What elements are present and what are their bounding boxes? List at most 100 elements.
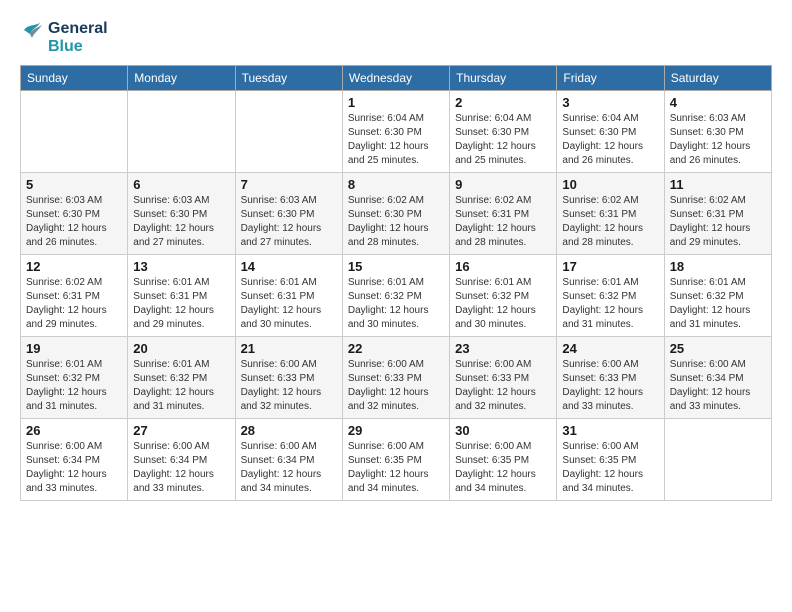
day-info: Sunrise: 6:01 AMSunset: 6:31 PMDaylight:… [241, 276, 337, 332]
calendar-table: SundayMondayTuesdayWednesdayThursdayFrid… [20, 65, 772, 501]
day-number: 27 [133, 423, 229, 438]
calendar-cell: 31 Sunrise: 6:00 AMSunset: 6:35 PMDayligh… [557, 419, 664, 501]
day-info: Sunrise: 6:02 AMSunset: 6:31 PMDaylight:… [670, 194, 766, 250]
day-info: Sunrise: 6:02 AMSunset: 6:31 PMDaylight:… [562, 194, 658, 250]
calendar-cell: 11 Sunrise: 6:02 AMSunset: 6:31 PMDayligh… [664, 173, 771, 255]
calendar-cell: 10 Sunrise: 6:02 AMSunset: 6:31 PMDayligh… [557, 173, 664, 255]
day-header-tuesday: Tuesday [235, 66, 342, 91]
day-number: 13 [133, 259, 229, 274]
day-info: Sunrise: 6:01 AMSunset: 6:32 PMDaylight:… [670, 276, 766, 332]
day-header-thursday: Thursday [450, 66, 557, 91]
day-info: Sunrise: 6:01 AMSunset: 6:32 PMDaylight:… [562, 276, 658, 332]
calendar-cell [128, 91, 235, 173]
day-number: 15 [348, 259, 444, 274]
day-number: 31 [562, 423, 658, 438]
day-info: Sunrise: 6:01 AMSunset: 6:32 PMDaylight:… [348, 276, 444, 332]
calendar-cell: 25Sunrise: 6:00 AMSunset: 6:34 PMDayligh… [664, 337, 771, 419]
day-info: Sunrise: 6:04 AMSunset: 6:30 PMDaylight:… [562, 112, 658, 168]
day-header-friday: Friday [557, 66, 664, 91]
day-info: Sunrise: 6:00 AMSunset: 6:33 PMDaylight:… [241, 358, 337, 414]
calendar-cell: 6Sunrise: 6:03 AMSunset: 6:30 PMDaylight… [128, 173, 235, 255]
week-row-2: 5 Sunrise: 6:03 AMSunset: 6:30 PMDaylight… [21, 173, 772, 255]
calendar-cell: 21 Sunrise: 6:00 AMSunset: 6:33 PMDayligh… [235, 337, 342, 419]
day-info: Sunrise: 6:04 AMSunset: 6:30 PMDaylight:… [348, 112, 444, 168]
day-info: Sunrise: 6:00 AMSunset: 6:33 PMDaylight:… [455, 358, 551, 414]
calendar-cell: 19 Sunrise: 6:01 AMSunset: 6:32 PMDayligh… [21, 337, 128, 419]
day-number: 21 [241, 341, 337, 356]
calendar-cell: 29 Sunrise: 6:00 AMSunset: 6:35 PMDayligh… [342, 419, 449, 501]
day-info: Sunrise: 6:00 AMSunset: 6:35 PMDaylight:… [455, 440, 551, 496]
day-info: Sunrise: 6:00 AMSunset: 6:35 PMDaylight:… [562, 440, 658, 496]
calendar-cell: 28 Sunrise: 6:00 AMSunset: 6:34 PMDayligh… [235, 419, 342, 501]
day-info: Sunrise: 6:00 AMSunset: 6:35 PMDaylight:… [348, 440, 444, 496]
calendar-cell: 2Sunrise: 6:04 AMSunset: 6:30 PMDaylight… [450, 91, 557, 173]
day-number: 11 [670, 177, 766, 192]
day-info: Sunrise: 6:01 AMSunset: 6:32 PMDaylight:… [133, 358, 229, 414]
calendar-cell: 1Sunrise: 6:04 AMSunset: 6:30 PMDaylight… [342, 91, 449, 173]
day-number: 20 [133, 341, 229, 356]
calendar-cell: 13 Sunrise: 6:01 AMSunset: 6:31 PMDayligh… [128, 255, 235, 337]
day-info: Sunrise: 6:02 AMSunset: 6:31 PMDaylight:… [455, 194, 551, 250]
calendar-cell: 9Sunrise: 6:02 AMSunset: 6:31 PMDaylight… [450, 173, 557, 255]
logo: General Blue [20, 20, 108, 55]
logo-bird-icon [20, 20, 44, 48]
day-number: 7 [241, 177, 337, 192]
day-info: Sunrise: 6:03 AMSunset: 6:30 PMDaylight:… [670, 112, 766, 168]
logo-general: General [48, 20, 108, 38]
day-header-monday: Monday [128, 66, 235, 91]
day-number: 28 [241, 423, 337, 438]
day-info: Sunrise: 6:01 AMSunset: 6:31 PMDaylight:… [133, 276, 229, 332]
calendar-cell: 27 Sunrise: 6:00 AMSunset: 6:34 PMDayligh… [128, 419, 235, 501]
day-number: 17 [562, 259, 658, 274]
day-number: 10 [562, 177, 658, 192]
logo-blue: Blue [48, 38, 108, 56]
day-number: 8 [348, 177, 444, 192]
day-header-saturday: Saturday [664, 66, 771, 91]
day-header-sunday: Sunday [21, 66, 128, 91]
calendar-cell: 18 Sunrise: 6:01 AMSunset: 6:32 PMDayligh… [664, 255, 771, 337]
day-info: Sunrise: 6:02 AMSunset: 6:30 PMDaylight:… [348, 194, 444, 250]
day-number: 29 [348, 423, 444, 438]
week-row-5: 26 Sunrise: 6:00 AMSunset: 6:34 PMDayligh… [21, 419, 772, 501]
calendar-cell: 16Sunrise: 6:01 AMSunset: 6:32 PMDayligh… [450, 255, 557, 337]
calendar-cell: 14Sunrise: 6:01 AMSunset: 6:31 PMDayligh… [235, 255, 342, 337]
calendar-cell: 5 Sunrise: 6:03 AMSunset: 6:30 PMDaylight… [21, 173, 128, 255]
calendar-cell: 24 Sunrise: 6:00 AMSunset: 6:33 PMDayligh… [557, 337, 664, 419]
week-row-4: 19 Sunrise: 6:01 AMSunset: 6:32 PMDayligh… [21, 337, 772, 419]
calendar-cell [664, 419, 771, 501]
calendar-cell: 22 Sunrise: 6:00 AMSunset: 6:33 PMDayligh… [342, 337, 449, 419]
calendar-cell: 12Sunrise: 6:02 AMSunset: 6:31 PMDayligh… [21, 255, 128, 337]
day-number: 25 [670, 341, 766, 356]
calendar-cell: 30 Sunrise: 6:00 AMSunset: 6:35 PMDayligh… [450, 419, 557, 501]
day-number: 22 [348, 341, 444, 356]
day-info: Sunrise: 6:00 AMSunset: 6:34 PMDaylight:… [241, 440, 337, 496]
day-number: 24 [562, 341, 658, 356]
day-number: 19 [26, 341, 122, 356]
day-number: 26 [26, 423, 122, 438]
week-row-3: 12Sunrise: 6:02 AMSunset: 6:31 PMDayligh… [21, 255, 772, 337]
day-header-wednesday: Wednesday [342, 66, 449, 91]
day-info: Sunrise: 6:03 AMSunset: 6:30 PMDaylight:… [26, 194, 122, 250]
day-info: Sunrise: 6:01 AMSunset: 6:32 PMDaylight:… [455, 276, 551, 332]
calendar-cell: 3 Sunrise: 6:04 AMSunset: 6:30 PMDaylight… [557, 91, 664, 173]
calendar-cell [235, 91, 342, 173]
day-number: 18 [670, 259, 766, 274]
calendar-cell: 23Sunrise: 6:00 AMSunset: 6:33 PMDayligh… [450, 337, 557, 419]
calendar-cell [21, 91, 128, 173]
week-row-1: 1Sunrise: 6:04 AMSunset: 6:30 PMDaylight… [21, 91, 772, 173]
day-info: Sunrise: 6:00 AMSunset: 6:34 PMDaylight:… [26, 440, 122, 496]
calendar-body: 1Sunrise: 6:04 AMSunset: 6:30 PMDaylight… [21, 91, 772, 501]
day-info: Sunrise: 6:01 AMSunset: 6:32 PMDaylight:… [26, 358, 122, 414]
day-number: 3 [562, 95, 658, 110]
day-info: Sunrise: 6:00 AMSunset: 6:33 PMDaylight:… [562, 358, 658, 414]
day-info: Sunrise: 6:00 AMSunset: 6:33 PMDaylight:… [348, 358, 444, 414]
calendar-cell: 4Sunrise: 6:03 AMSunset: 6:30 PMDaylight… [664, 91, 771, 173]
calendar-cell: 26 Sunrise: 6:00 AMSunset: 6:34 PMDayligh… [21, 419, 128, 501]
day-number: 12 [26, 259, 122, 274]
day-number: 30 [455, 423, 551, 438]
calendar-header: SundayMondayTuesdayWednesdayThursdayFrid… [21, 66, 772, 91]
day-number: 6 [133, 177, 229, 192]
day-info: Sunrise: 6:00 AMSunset: 6:34 PMDaylight:… [133, 440, 229, 496]
calendar-cell: 7Sunrise: 6:03 AMSunset: 6:30 PMDaylight… [235, 173, 342, 255]
day-number: 5 [26, 177, 122, 192]
